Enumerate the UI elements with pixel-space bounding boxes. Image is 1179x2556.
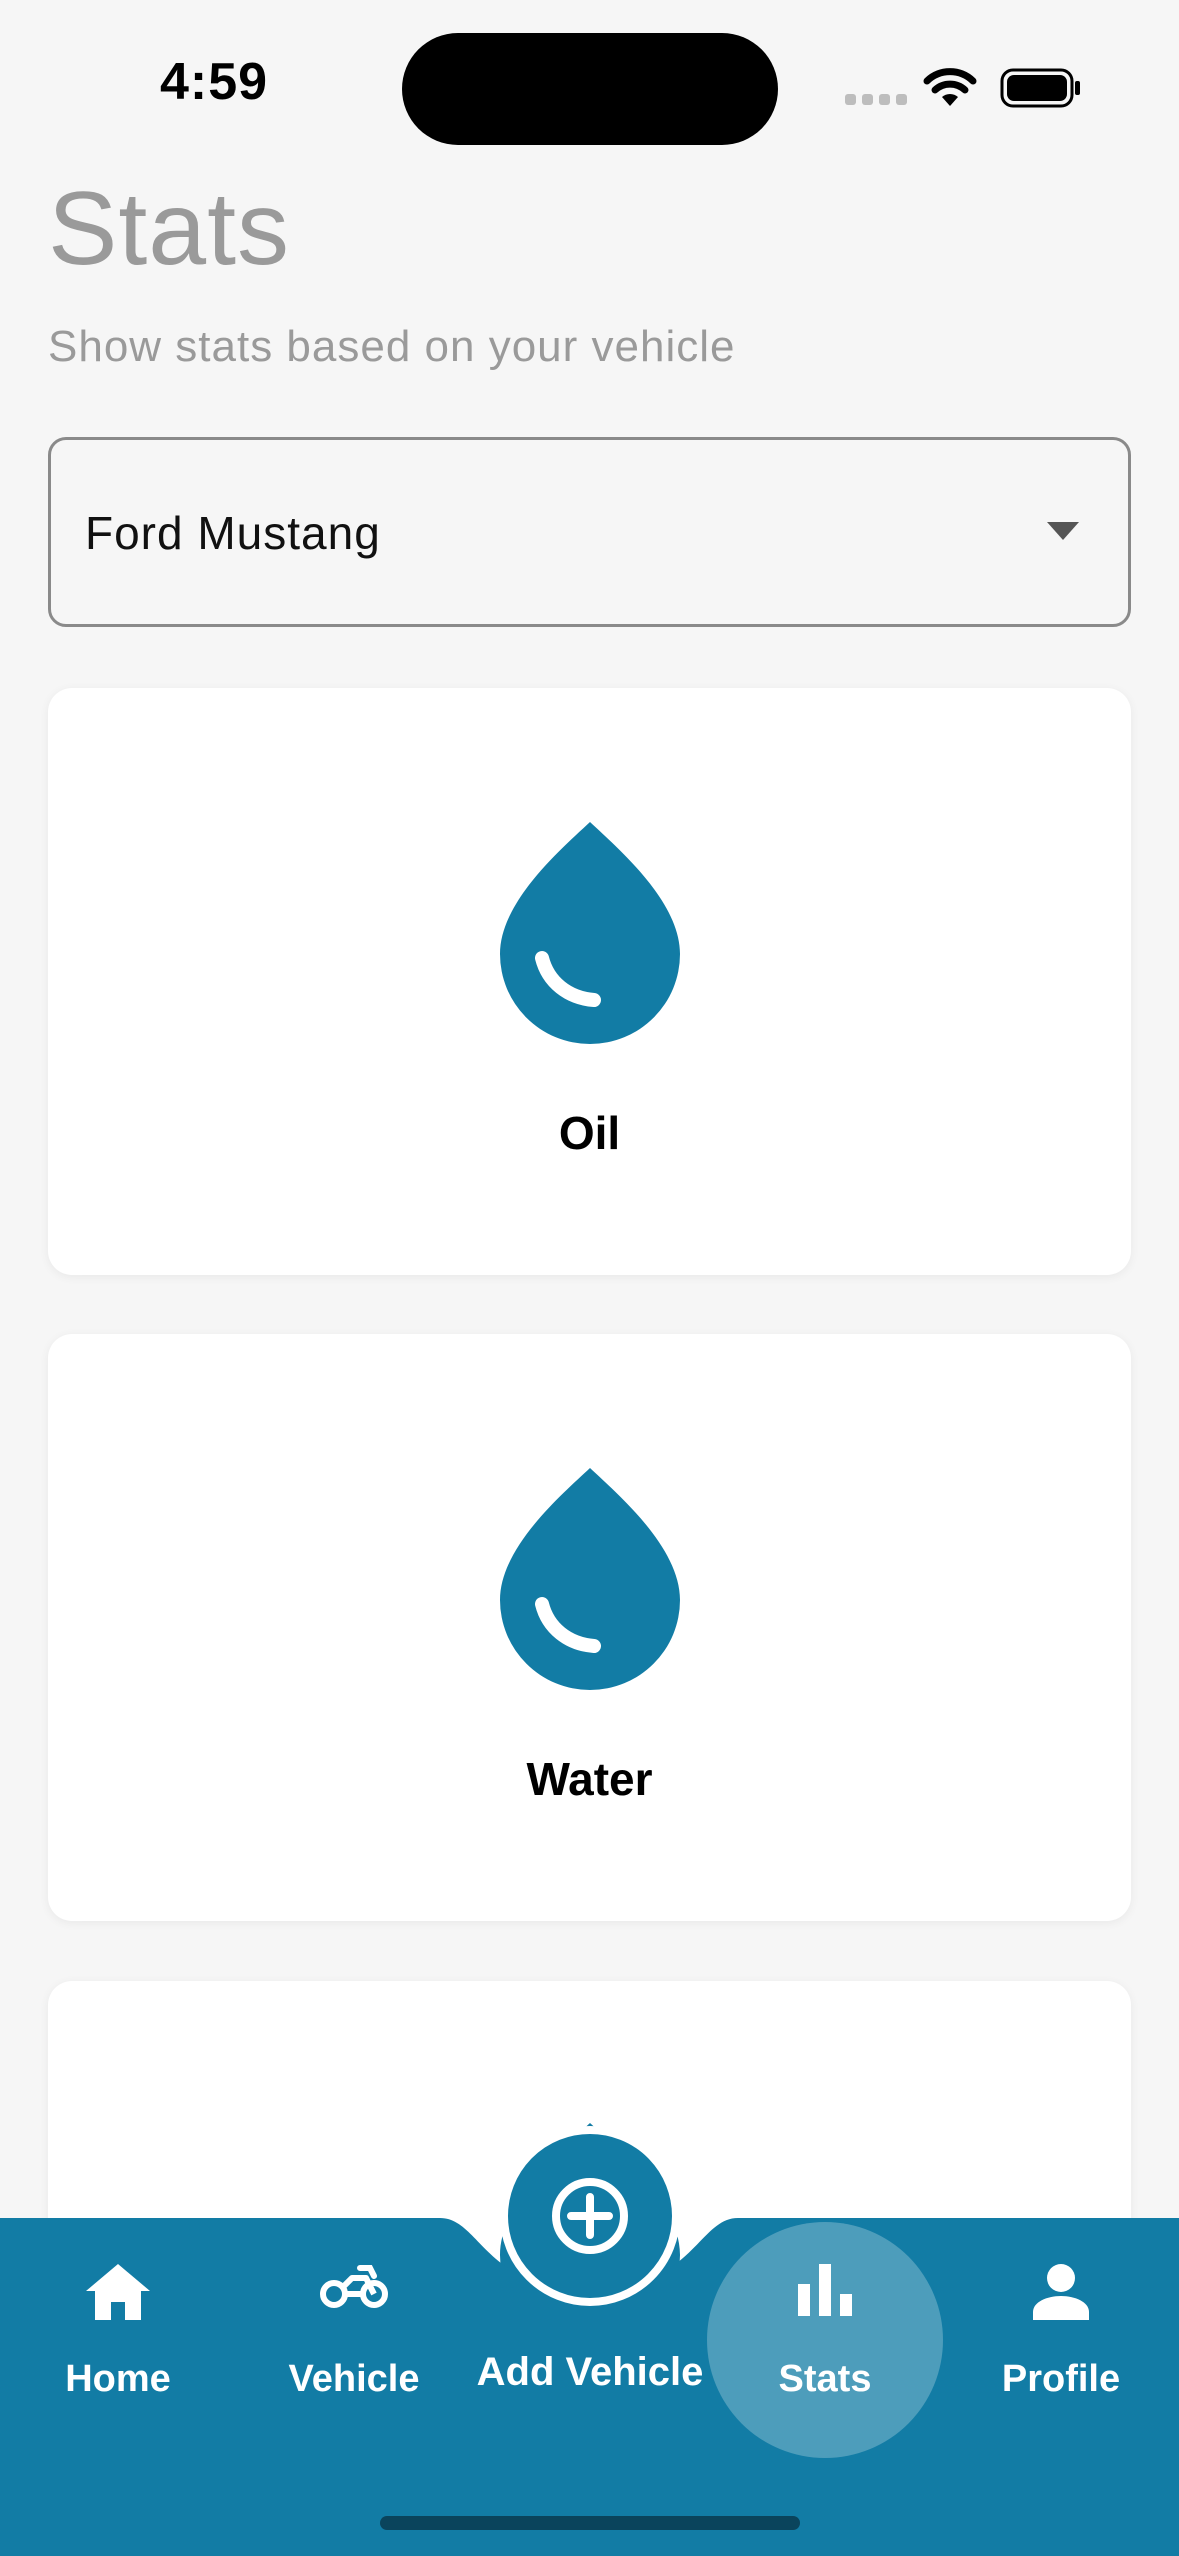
wifi-icon (923, 68, 977, 106)
vehicle-select-value: Ford Mustang (85, 507, 381, 559)
stat-card-label: Water (526, 1753, 653, 1805)
stat-card-water[interactable]: Water (48, 1334, 1131, 1921)
drop-icon (500, 1468, 680, 1690)
cellular-signal-icon (845, 94, 907, 105)
add-vehicle-button[interactable] (500, 2126, 680, 2306)
home-icon (86, 2264, 150, 2320)
stat-card-oil[interactable]: Oil (48, 688, 1131, 1275)
battery-icon (1000, 68, 1080, 108)
dropdown-caret-icon (1034, 500, 1094, 560)
motorcycle-icon (320, 2265, 388, 2308)
nav-item-profile[interactable]: Profile (943, 2218, 1179, 2418)
nav-item-stats[interactable]: Stats (707, 2218, 943, 2418)
add-vehicle-label[interactable]: Add Vehicle (440, 2350, 740, 2395)
add-circle-icon (552, 2178, 628, 2254)
vehicle-select[interactable]: Ford Mustang (48, 437, 1131, 627)
home-indicator[interactable] (380, 2516, 800, 2530)
dynamic-island (402, 33, 778, 145)
nav-item-label: Stats (778, 2358, 872, 2400)
stat-card-label: Oil (558, 1107, 621, 1159)
nav-item-label: Home (65, 2358, 171, 2400)
status-time: 4:59 (160, 53, 269, 111)
person-icon (1033, 2264, 1089, 2320)
drop-icon (500, 822, 680, 1044)
nav-item-label: Vehicle (288, 2358, 420, 2400)
page-subtitle: Show stats based on your vehicle (48, 322, 736, 371)
status-bar: 4:59 (0, 0, 1179, 170)
bar-chart-icon (798, 2264, 852, 2316)
page-title: Stats (48, 171, 290, 287)
nav-item-home[interactable]: Home (0, 2218, 236, 2418)
nav-item-vehicle[interactable]: Vehicle (236, 2218, 472, 2418)
nav-item-label: Profile (1001, 2358, 1121, 2400)
